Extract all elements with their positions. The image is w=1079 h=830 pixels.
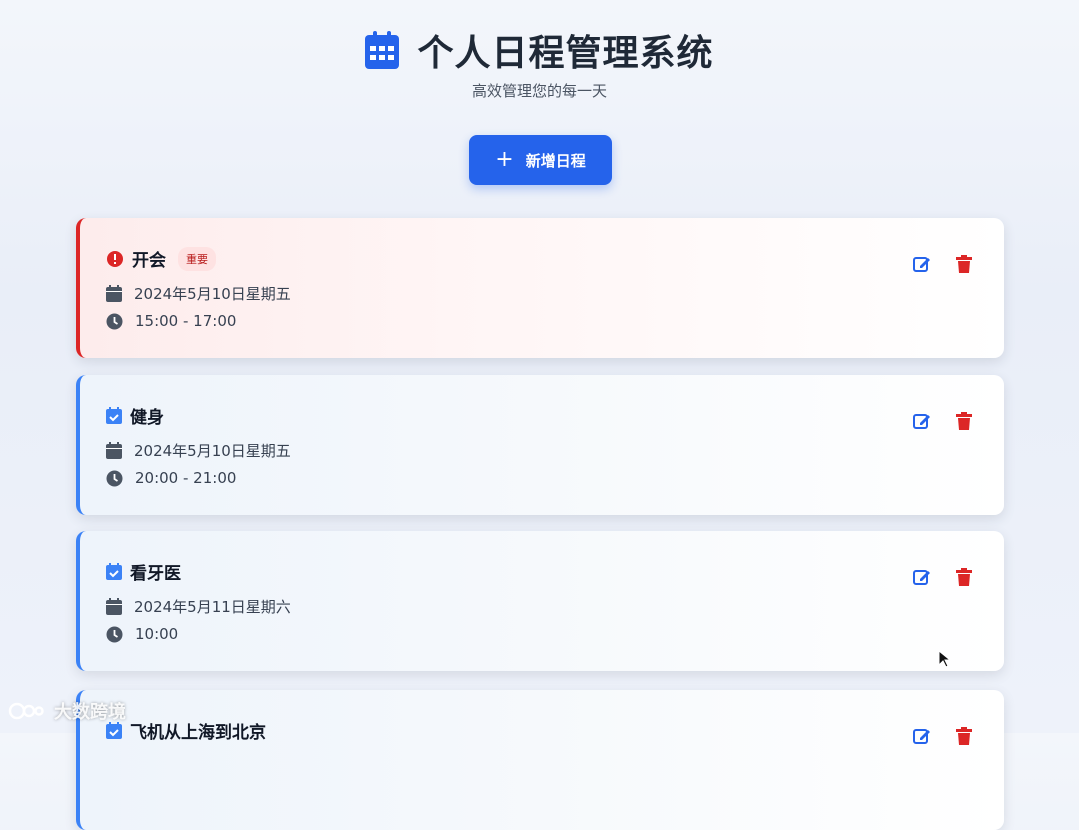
event-date: 2024年5月11日星期六 xyxy=(134,598,291,616)
event-date: 2024年5月10日星期五 xyxy=(134,442,291,460)
calendar-check-icon xyxy=(106,722,122,739)
page-title: 个人日程管理系统 xyxy=(417,33,714,74)
watermark: 大数跨境 xyxy=(8,698,126,724)
page-header: 个人日程管理系统 高效管理您的每一天 xyxy=(0,22,1079,101)
edit-icon[interactable] xyxy=(912,254,932,274)
mouse-cursor-icon xyxy=(938,650,950,668)
event-card: 看牙医 2024年5月11日星期六 10:00 xyxy=(76,531,1004,671)
watermark-logo-icon xyxy=(8,702,44,720)
trash-icon[interactable] xyxy=(954,567,974,587)
alert-icon xyxy=(107,250,123,267)
event-time: 20:00 - 21:00 xyxy=(135,469,237,487)
event-title: 飞机从上海到北京 xyxy=(130,723,266,743)
event-date: 2024年5月10日星期五 xyxy=(134,285,291,303)
calendar-icon xyxy=(106,598,122,615)
event-card: 开会 重要 2024年5月10日星期五 15:00 - 17:00 xyxy=(76,218,1004,358)
calendar-check-icon xyxy=(106,563,122,580)
clock-icon xyxy=(106,626,123,642)
event-title: 看牙医 xyxy=(130,564,181,584)
important-badge: 重要 xyxy=(178,246,216,271)
edit-icon[interactable] xyxy=(912,567,932,587)
event-time: 10:00 xyxy=(135,625,179,643)
edit-icon[interactable] xyxy=(912,726,932,746)
event-time: 15:00 - 17:00 xyxy=(135,312,237,330)
trash-icon[interactable] xyxy=(954,254,974,274)
event-title: 健身 xyxy=(130,408,164,428)
calendar-icon xyxy=(365,31,400,69)
event-title: 开会 xyxy=(132,251,166,271)
event-card: 飞机从上海到北京 xyxy=(76,690,1004,830)
event-card: 健身 2024年5月10日星期五 20:00 - 21:00 xyxy=(76,375,1004,515)
calendar-icon xyxy=(106,442,122,459)
trash-icon[interactable] xyxy=(954,411,974,431)
trash-icon[interactable] xyxy=(954,726,974,746)
watermark-text: 大数跨境 xyxy=(54,702,126,723)
calendar-icon xyxy=(106,285,122,302)
clock-icon xyxy=(106,313,123,329)
add-event-button[interactable]: + 新增日程 xyxy=(469,135,612,185)
calendar-check-icon xyxy=(106,407,122,424)
clock-icon xyxy=(106,470,123,486)
edit-icon[interactable] xyxy=(912,411,932,431)
page-subtitle: 高效管理您的每一天 xyxy=(471,82,607,100)
add-event-label: 新增日程 xyxy=(525,151,586,170)
plus-icon: + xyxy=(495,147,514,172)
